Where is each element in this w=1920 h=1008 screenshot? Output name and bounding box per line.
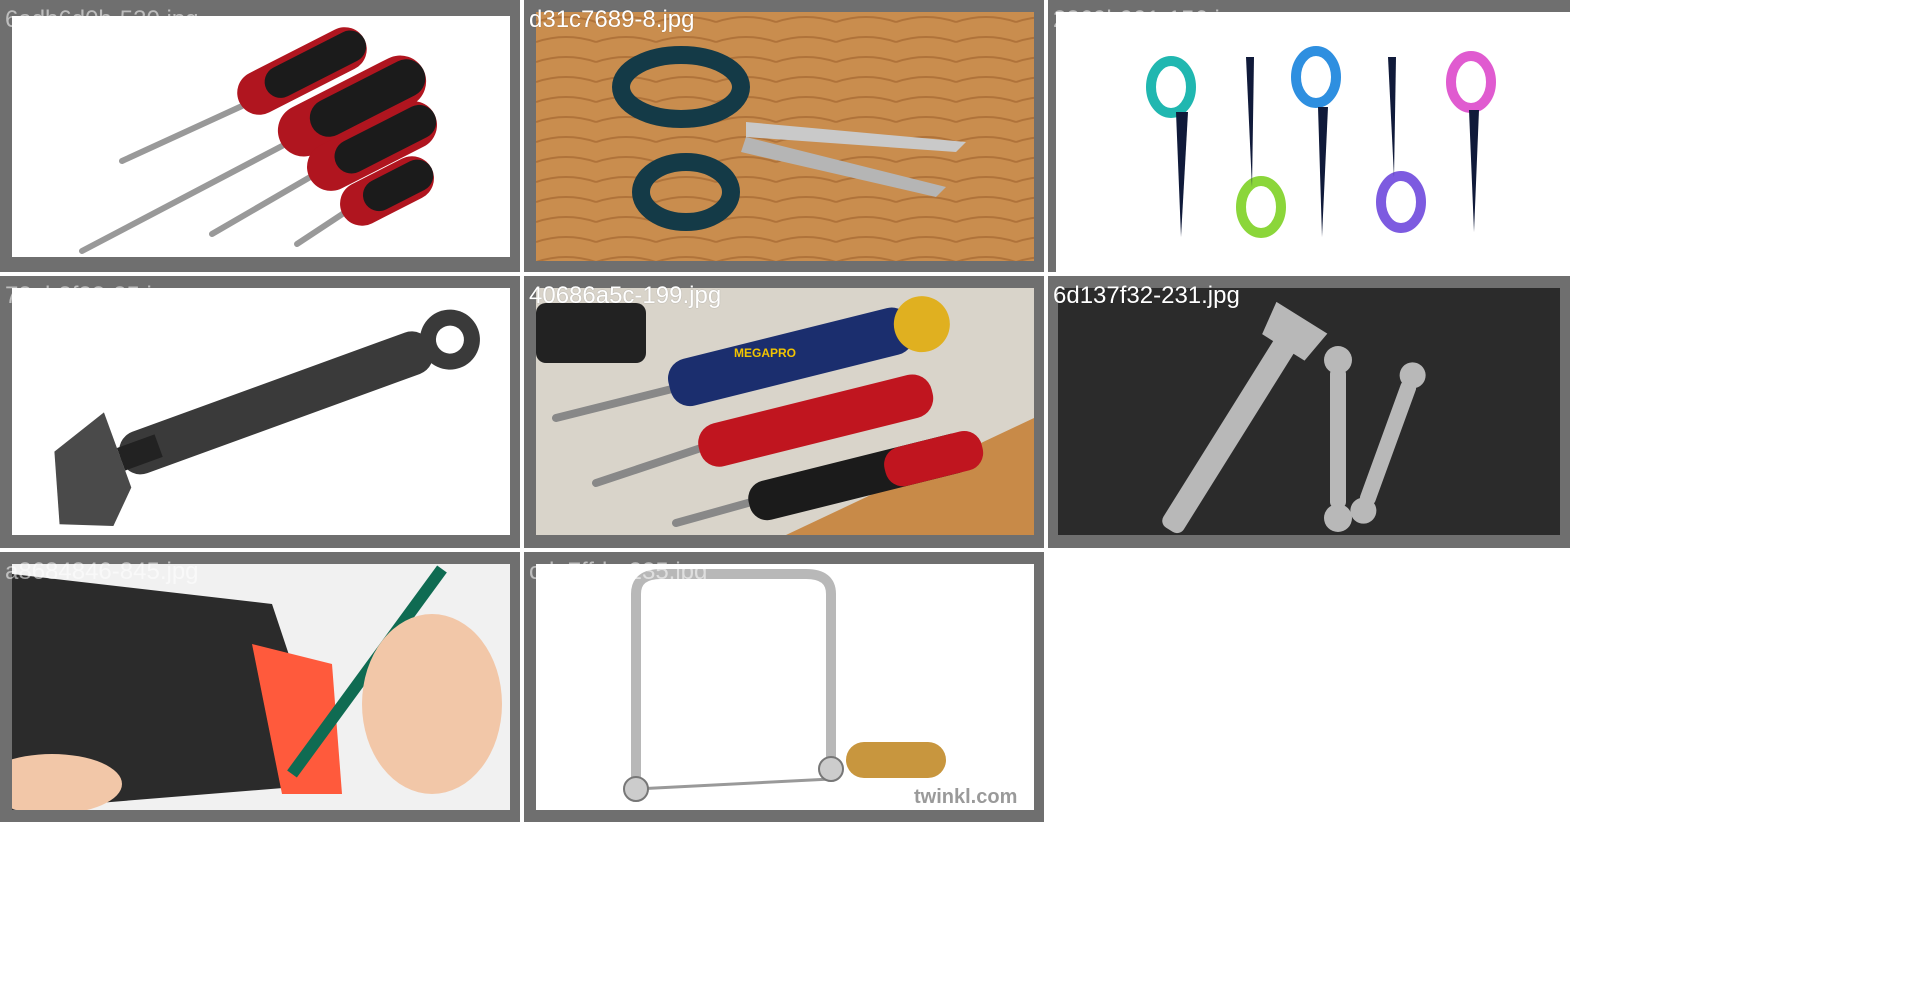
filename-caption: 78ab8f22-25.jpg	[5, 282, 179, 309]
scissors-on-wood-image	[536, 12, 1034, 261]
brand-label: MEGAPRO	[734, 346, 797, 360]
megapro-screwdrivers-image	[536, 288, 1034, 535]
filename-caption: a8684846-845.jpg	[5, 558, 199, 585]
image-tile-5[interactable]: MEGAPRO 40686a5c-199.jpg	[524, 276, 1044, 548]
filename-caption: 6d137f32-231.jpg	[1053, 282, 1240, 309]
filename-caption: 2369b901-156.jpg	[1053, 6, 1247, 33]
adjustable-wrench-image	[12, 288, 510, 535]
filename-caption: 6adb6d0b-530.jpg	[5, 6, 199, 33]
image-tile-4[interactable]: 78ab8f22-25.jpg	[0, 276, 520, 548]
filename-caption: d31c7689-8.jpg	[529, 6, 695, 33]
filename-caption: cda7ffda-235.jpg	[529, 558, 708, 585]
switch-repair-image	[12, 564, 510, 810]
image-tile-3[interactable]: 2369b901-156.jpg	[1048, 0, 1920, 272]
colored-scissors-image	[1056, 12, 1558, 262]
image-tile-7[interactable]: a8684846-845.jpg	[0, 552, 520, 822]
image-tile-1[interactable]: 6adb6d0b-530.jpg	[0, 0, 520, 272]
coping-saw-image	[536, 564, 1034, 810]
watermark-text: twinkl.com	[914, 786, 1018, 808]
wrenches-dark-image	[1058, 288, 1560, 535]
image-tile-2[interactable]: d31c7689-8.jpg	[524, 0, 1044, 272]
image-tile-8[interactable]: twinkl.com cda7ffda-235.jpg	[524, 552, 1044, 822]
screwdriver-set-image	[12, 16, 510, 257]
filename-caption: 40686a5c-199.jpg	[529, 282, 722, 309]
image-tile-6[interactable]: 6d137f32-231.jpg	[1048, 276, 1920, 548]
